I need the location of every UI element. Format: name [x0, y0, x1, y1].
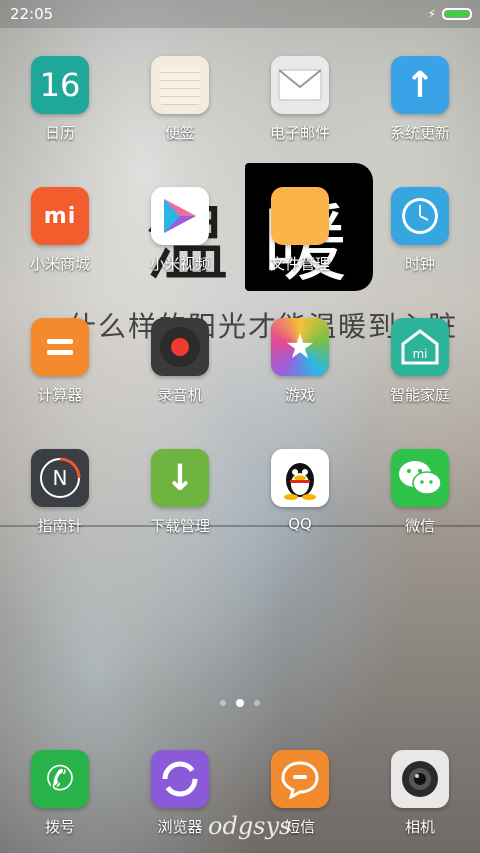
- notes-icon[interactable]: [151, 56, 209, 114]
- message-icon[interactable]: [271, 750, 329, 808]
- compass-icon[interactable]: N: [31, 449, 89, 507]
- app-star-game[interactable]: ★ 游戏: [240, 312, 360, 443]
- app-label: 下载管理: [149, 517, 210, 535]
- app-camera[interactable]: 相机: [360, 744, 480, 837]
- download-icon[interactable]: ↓: [151, 449, 209, 507]
- app-label: QQ: [288, 515, 312, 533]
- page-dot-active[interactable]: [236, 699, 244, 707]
- app-clock[interactable]: 时钟: [360, 181, 480, 312]
- app-label: 微信: [404, 517, 435, 535]
- app-label: 时钟: [404, 255, 435, 273]
- app-label: 小米商城: [29, 255, 90, 273]
- phone-icon[interactable]: ✆: [31, 750, 89, 808]
- mail-icon[interactable]: [271, 56, 329, 114]
- app-label: 日历: [44, 124, 75, 142]
- app-label: 便签: [164, 124, 195, 142]
- app-grid: 16 日历 便签 电子邮件 ↑ 系统更新 mi 小米商城 小米视频 文件管理 时钟计算器 录音机 ★ 游戏…: [0, 50, 480, 574]
- star-game-icon[interactable]: ★: [271, 318, 329, 376]
- app-recorder[interactable]: 录音机: [120, 312, 240, 443]
- svg-text:N: N: [53, 466, 68, 490]
- page-dot[interactable]: [220, 700, 226, 706]
- app-label: 浏览器: [157, 818, 203, 836]
- app-label: 系统更新: [389, 124, 450, 142]
- app-label: 文件管理: [269, 255, 330, 273]
- app-compass[interactable]: N 指南针: [0, 443, 120, 574]
- camera-icon[interactable]: [391, 750, 449, 808]
- mi-store-icon[interactable]: mi: [31, 187, 89, 245]
- app-row: 计算器 录音机 ★ 游戏 mi 智能家庭: [0, 312, 480, 443]
- app-calendar[interactable]: 16 日历: [0, 50, 120, 181]
- app-row: N 指南针 ↓ 下载管理 QQ 微信: [0, 443, 480, 574]
- browser-icon[interactable]: [151, 750, 209, 808]
- app-row: 16 日历 便签 电子邮件 ↑ 系统更新: [0, 50, 480, 181]
- calendar-icon[interactable]: 16: [31, 56, 89, 114]
- calculator-icon[interactable]: [31, 318, 89, 376]
- status-time: 22:05: [10, 5, 54, 23]
- wallpaper-signature: odgsys: [208, 812, 292, 840]
- status-icons: ⚡: [428, 7, 472, 21]
- page-indicator: [0, 699, 480, 707]
- app-label: 游戏: [284, 386, 315, 404]
- app-folder[interactable]: 文件管理: [240, 181, 360, 312]
- app-label: 拨号: [44, 818, 75, 836]
- app-label: 智能家庭: [389, 386, 450, 404]
- app-video-play[interactable]: 小米视频: [120, 181, 240, 312]
- app-label: 小米视频: [149, 255, 210, 273]
- app-label: 录音机: [157, 386, 203, 404]
- clock-icon[interactable]: [391, 187, 449, 245]
- charging-icon: ⚡: [427, 7, 436, 21]
- app-label: 相机: [404, 818, 435, 836]
- recorder-icon[interactable]: [151, 318, 209, 376]
- app-phone[interactable]: ✆ 拨号: [0, 744, 120, 837]
- app-mail[interactable]: 电子邮件: [240, 50, 360, 181]
- video-play-icon[interactable]: [151, 187, 209, 245]
- app-notes[interactable]: 便签: [120, 50, 240, 181]
- app-label: 计算器: [37, 386, 83, 404]
- svg-text:mi: mi: [412, 347, 427, 361]
- app-qq-penguin[interactable]: QQ: [240, 443, 360, 574]
- app-mi-store[interactable]: mi 小米商城: [0, 181, 120, 312]
- battery-fill: [445, 11, 469, 17]
- page-dot[interactable]: [254, 700, 260, 706]
- battery-icon: [442, 8, 472, 20]
- smart-home-icon[interactable]: mi: [391, 318, 449, 376]
- app-calculator[interactable]: 计算器: [0, 312, 120, 443]
- wechat-icon[interactable]: [391, 449, 449, 507]
- app-wechat[interactable]: 微信: [360, 443, 480, 574]
- app-label: 电子邮件: [269, 124, 330, 142]
- app-download[interactable]: ↓ 下载管理: [120, 443, 240, 574]
- app-update-arrow[interactable]: ↑ 系统更新: [360, 50, 480, 181]
- update-arrow-icon[interactable]: ↑: [391, 56, 449, 114]
- qq-penguin-icon[interactable]: [271, 449, 329, 507]
- status-bar: 22:05 ⚡: [0, 0, 480, 28]
- app-smart-home[interactable]: mi 智能家庭: [360, 312, 480, 443]
- folder-icon[interactable]: [271, 187, 329, 245]
- app-label: 指南针: [37, 517, 83, 535]
- app-row: mi 小米商城 小米视频 文件管理 时钟: [0, 181, 480, 312]
